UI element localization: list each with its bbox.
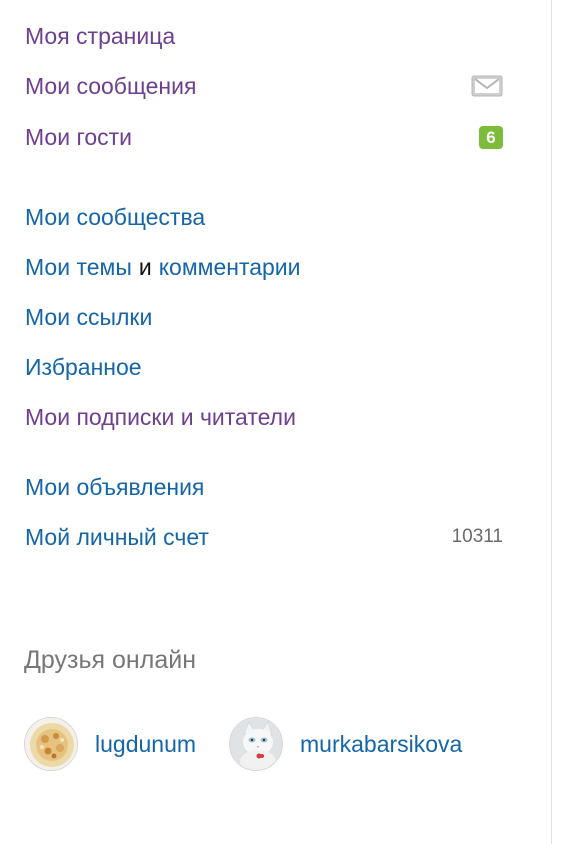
- friends-online-title: Друзья онлайн: [24, 646, 196, 674]
- menu-my-page-label: Моя страница: [25, 23, 176, 49]
- menu-favorites[interactable]: Избранное: [25, 352, 503, 382]
- friend-name[interactable]: murkabarsikova: [300, 729, 462, 759]
- friend-name[interactable]: lugdunum: [95, 729, 196, 759]
- menu-topics-comments: Мои темы и комментарии: [25, 252, 503, 282]
- sidebar-panel: Моя страница Мои сообщения Мои гости 6 М…: [0, 0, 552, 844]
- menu-comments-link[interactable]: комментарии: [159, 252, 301, 282]
- menu-subscriptions-readers[interactable]: Мои подписки и читатели: [25, 402, 503, 432]
- menu-favorites-label: Избранное: [25, 354, 142, 380]
- menu-my-topics-link[interactable]: Мои темы: [25, 252, 132, 282]
- menu-my-communities[interactable]: Мои сообщества: [25, 202, 503, 232]
- menu-my-links-label: Мои ссылки: [25, 304, 153, 330]
- food-photo-icon: [25, 718, 77, 770]
- menu-my-messages-label: Мои сообщения: [25, 73, 197, 99]
- menu-my-guests-label: Мои гости: [25, 124, 133, 150]
- menu-my-ads-label: Мои объявления: [25, 474, 205, 500]
- menu-conjunction: и: [138, 254, 152, 280]
- avatar[interactable]: [24, 717, 78, 771]
- menu-my-guests[interactable]: Мои гости 6: [25, 122, 503, 152]
- guests-count-badge[interactable]: 6: [479, 125, 503, 149]
- menu-my-links[interactable]: Мои ссылки: [25, 302, 503, 332]
- personal-account-value: 10311: [451, 526, 503, 547]
- menu-subscriptions-readers-label: Мои подписки и читатели: [25, 404, 296, 430]
- menu-personal-account[interactable]: Мой личный счет 10311: [25, 522, 503, 552]
- avatar[interactable]: [229, 717, 283, 771]
- menu-my-messages[interactable]: Мои сообщения: [25, 71, 503, 101]
- cat-photo-icon: [230, 718, 282, 770]
- menu-my-ads[interactable]: Мои объявления: [25, 472, 503, 502]
- menu-personal-account-label: Мой личный счет: [25, 524, 209, 550]
- menu-my-page[interactable]: Моя страница: [25, 21, 503, 51]
- menu-my-communities-label: Мои сообщества: [25, 204, 206, 230]
- friend-item[interactable]: murkabarsikova: [229, 716, 462, 772]
- envelope-icon[interactable]: [471, 75, 503, 97]
- friend-item[interactable]: lugdunum: [24, 716, 196, 772]
